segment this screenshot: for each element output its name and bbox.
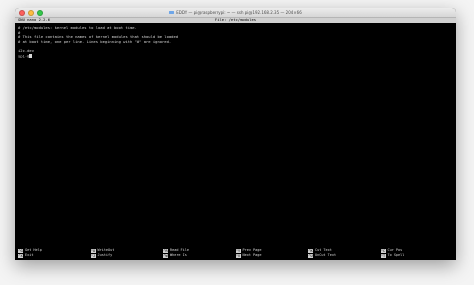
text-cursor	[29, 54, 32, 59]
shortcut-key: ^T	[380, 253, 386, 258]
shortcut-label: To Spell	[387, 253, 405, 258]
terminal-window: EDDY — pi@raspberrypi: ~ — ssh pi@192.16…	[15, 8, 456, 260]
shortcut-label: Justify	[97, 253, 113, 258]
shortcut-where-is[interactable]: ^W Where Is	[163, 253, 236, 258]
shortcut-key: ^J	[90, 253, 96, 258]
shortcut-uncut-text[interactable]: ^U UnCut Text	[308, 253, 381, 258]
window-title: EDDY — pi@raspberrypi: ~ — ssh pi@192.16…	[169, 10, 302, 15]
terminal-area[interactable]: GNU nano 2.2.6 File: /etc/modules # /etc…	[15, 17, 456, 260]
shortcut-key: ^Y	[235, 248, 241, 253]
shortcut-label: Cut Text	[315, 248, 332, 253]
shortcut-get-help[interactable]: ^G Get Help	[18, 248, 91, 253]
window-controls	[19, 10, 43, 16]
shortcut-key: ^W	[163, 253, 168, 258]
shortcut-cur-pos[interactable]: ^C Cur Pos	[380, 248, 454, 253]
editor-line-text: spi-0	[18, 53, 30, 59]
shortcut-bar: ^G Get Help ^O WriteOut ^R Read File ^Y Prev…	[18, 248, 453, 258]
shortcut-label: WriteOut	[97, 248, 115, 253]
editor-content[interactable]: # /etc/modules: kernel modules to load a…	[15, 23, 456, 59]
shortcut-prev-page[interactable]: ^Y Prev Page	[235, 248, 309, 253]
shortcut-to-spell[interactable]: ^T To Spell	[380, 253, 454, 258]
editor-line-cursor: spi-0	[18, 54, 453, 59]
shortcut-label: Prev Page	[242, 248, 262, 253]
shortcut-next-page[interactable]: ^V Next Page	[235, 253, 309, 258]
shortcut-label: Where Is	[170, 253, 187, 258]
shortcut-label: Cur Pos	[387, 248, 403, 253]
close-button[interactable]	[19, 10, 25, 16]
shortcut-cut-text[interactable]: ^K Cut Text	[308, 248, 381, 253]
shortcut-exit[interactable]: ^X Exit	[18, 253, 91, 258]
nano-filename: File: /etc/modules	[214, 17, 257, 23]
shortcut-key: ^G	[18, 248, 23, 253]
window-title-text: EDDY — pi@raspberrypi: ~ — ssh pi@192.16…	[176, 10, 302, 15]
minimize-button[interactable]	[28, 10, 34, 16]
shortcut-label: Read File	[170, 248, 189, 253]
shortcut-read-file[interactable]: ^R Read File	[163, 248, 236, 253]
shortcut-key: ^V	[235, 253, 241, 258]
shortcut-label: Exit	[25, 253, 34, 258]
shortcut-label: UnCut Text	[315, 253, 337, 258]
shortcut-label: Get Help	[25, 248, 42, 253]
shortcut-key: ^R	[163, 248, 168, 253]
shortcut-justify[interactable]: ^J Justify	[90, 253, 164, 258]
shortcut-key: ^K	[308, 248, 313, 253]
shortcut-key: ^X	[18, 253, 23, 258]
shortcut-writeout[interactable]: ^O WriteOut	[90, 248, 164, 253]
shortcut-label: Next Page	[242, 253, 262, 258]
shortcut-key: ^O	[90, 248, 96, 253]
zoom-button[interactable]	[37, 10, 43, 16]
folder-icon	[169, 10, 175, 15]
nano-header: GNU nano 2.2.6 File: /etc/modules	[15, 17, 456, 23]
shortcut-key: ^U	[308, 253, 313, 258]
shortcut-key: ^C	[380, 248, 386, 253]
